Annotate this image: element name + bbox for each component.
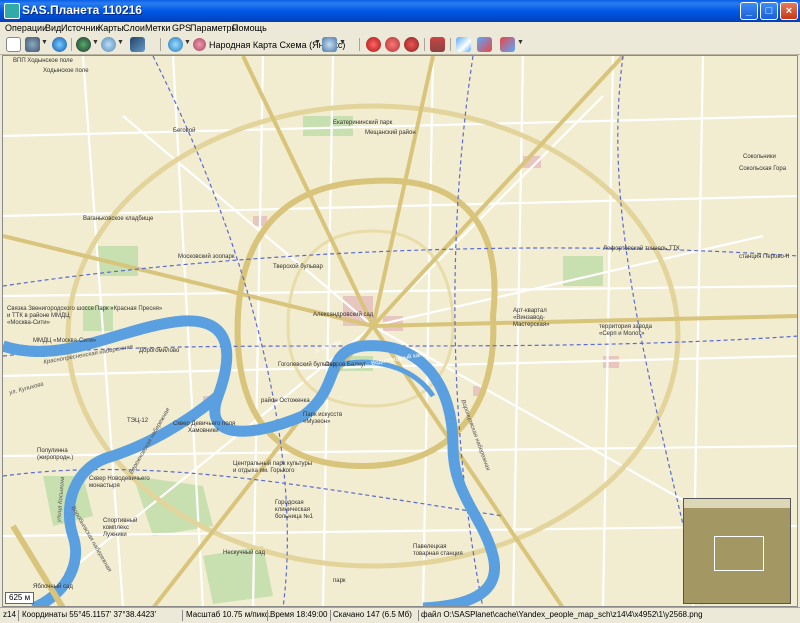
route-icon[interactable] <box>456 37 471 52</box>
toolbar-separator <box>160 38 161 51</box>
scale-bar: 625 м <box>5 592 35 604</box>
chevron-down-icon[interactable]: ▼ <box>92 39 99 46</box>
save-icon[interactable] <box>430 37 445 52</box>
map-label: Екатерининский парк <box>333 120 393 126</box>
layer-globe-icon[interactable] <box>322 37 337 52</box>
map-label: Остров Балчуг <box>325 362 366 368</box>
maximize-button[interactable]: □ <box>760 2 778 20</box>
map-label: Московский зоопарк <box>178 254 235 260</box>
status-separator <box>18 610 19 621</box>
map-label: Лефортовский тоннель ТТК <box>603 246 680 252</box>
map-label: Беговой <box>173 128 196 134</box>
marks-icon[interactable] <box>366 37 381 52</box>
chevron-down-icon[interactable]: ▼ <box>184 39 191 46</box>
map-label: Центральный парк культуры и отдыха им. Г… <box>233 461 313 474</box>
map-globe-icon[interactable] <box>168 37 183 52</box>
marks-delete-icon[interactable] <box>404 37 419 52</box>
map-label: станция Перово-II <box>739 254 790 260</box>
status-time: Время 18:49:00 <box>270 610 328 619</box>
minimap-viewport[interactable] <box>714 536 764 571</box>
menu-help[interactable]: Помощь <box>230 22 269 35</box>
map-label: Ваганьковское кладбище <box>83 216 154 222</box>
status-zoom: z14 <box>3 610 16 619</box>
layers-icon[interactable] <box>76 37 91 52</box>
chevron-down-icon[interactable]: ▼ <box>41 39 48 46</box>
minimap-header <box>684 499 790 508</box>
toolbar-separator <box>359 38 360 51</box>
map-label: Сквер Девичьего поля <box>173 421 236 427</box>
marks-edit-icon[interactable] <box>385 37 400 52</box>
map-label: Сокольники <box>743 154 776 160</box>
path-delete-icon[interactable] <box>500 37 515 52</box>
map-label: ТЭЦ-12 <box>127 418 149 424</box>
minimap[interactable] <box>683 498 791 604</box>
map-label: Тверской бульвар <box>273 264 323 270</box>
map-label: Парк искусств «Музеон» <box>303 412 343 425</box>
map-label: Мещанский район <box>365 130 416 136</box>
move-tool-icon[interactable] <box>6 37 21 52</box>
map-view[interactable]: ВПП Ходынское поле Ходынское поле Бегово… <box>2 55 798 607</box>
app-icon <box>4 3 20 19</box>
map-label: район Остоженка <box>261 398 310 404</box>
minimize-button[interactable]: _ <box>740 2 758 20</box>
toolbar-separator <box>71 38 72 51</box>
status-file-path: файл O:\SASPlanet\cache\Yandex_people_ma… <box>421 610 703 619</box>
window-title: SAS.Планета 110216 <box>22 3 142 17</box>
map-label: Парк «Красная Пресня» <box>95 306 163 312</box>
map-label: Нескучный сад <box>223 550 265 556</box>
street <box>421 56 435 606</box>
status-bar: z14 Координаты 55°45.1157' 37°38.4423' М… <box>0 607 800 623</box>
map-label: Ходынское поле <box>43 68 89 74</box>
chevron-down-icon[interactable]: ▼ <box>117 39 124 46</box>
chevron-down-icon[interactable]: ▼ <box>339 39 346 46</box>
status-downloaded: Скачано 147 (6.5 Мб) <box>333 610 412 619</box>
title-bar[interactable]: SAS.Планета 110216 _ □ × <box>0 0 800 22</box>
map-label: Связка Звенигородского шоссе и ТТК в рай… <box>7 306 94 326</box>
map-label: Сквер Новодевичьего монастыря <box>89 476 150 489</box>
chevron-down-icon[interactable]: ▼ <box>517 39 524 46</box>
map-label: Дорогомилово <box>139 348 180 354</box>
menu-bar: Операции Вид Источник Карты Слои Метки G… <box>0 22 800 35</box>
major-road <box>241 56 375 327</box>
map-label: Хамовники <box>188 428 219 434</box>
map-label: Александровский сад <box>313 312 374 318</box>
street <box>511 56 525 606</box>
screen-icon[interactable] <box>130 37 145 52</box>
map-label: Сокольская Гора <box>739 166 787 172</box>
street <box>321 56 335 606</box>
globe-icon[interactable] <box>52 37 67 52</box>
gps-icon[interactable] <box>25 37 40 52</box>
chevron-down-icon[interactable]: ▼ <box>314 39 321 46</box>
status-separator <box>418 610 419 621</box>
toolbar: ▼ ▼ ▼ ▼ Народная Карта Схема (Яндекс) ▼ … <box>0 35 800 55</box>
map-label: Павелецкая товарная станция <box>413 544 463 557</box>
major-road <box>371 56 435 327</box>
status-coordinates: Координаты 55°45.1157' 37°38.4423' <box>22 610 157 619</box>
map-label: ВПП Ходынское поле <box>13 58 73 64</box>
toolbar-separator <box>450 38 451 51</box>
map-label: парк <box>333 578 346 584</box>
map-label: Городская клиническая больница №1 <box>275 500 314 520</box>
major-road <box>372 314 797 328</box>
close-button[interactable]: × <box>780 2 798 20</box>
map-source-icon <box>193 38 206 51</box>
status-separator <box>330 610 331 621</box>
map-label: ММДЦ «Москва-Сити» <box>33 338 97 344</box>
map-label: Яблочный сад <box>33 584 73 590</box>
zoom-icon[interactable] <box>101 37 116 52</box>
status-separator <box>267 610 268 621</box>
menu-marks[interactable]: Метки <box>143 22 172 35</box>
path-icon[interactable] <box>477 37 492 52</box>
map-label: Арт-квартал «Винзавод-Мастерская» <box>513 308 550 328</box>
toolbar-separator <box>424 38 425 51</box>
status-separator <box>182 610 183 621</box>
map-label: территория завода «Серп и Молот» <box>599 324 652 337</box>
map-label: Спортивный комплекс Лужники <box>103 518 138 538</box>
map-label: Полулинна (жиропродн.) <box>37 448 74 461</box>
status-scale: Масштаб 10.75 м/пикс. <box>186 610 272 619</box>
building-block <box>603 356 619 368</box>
